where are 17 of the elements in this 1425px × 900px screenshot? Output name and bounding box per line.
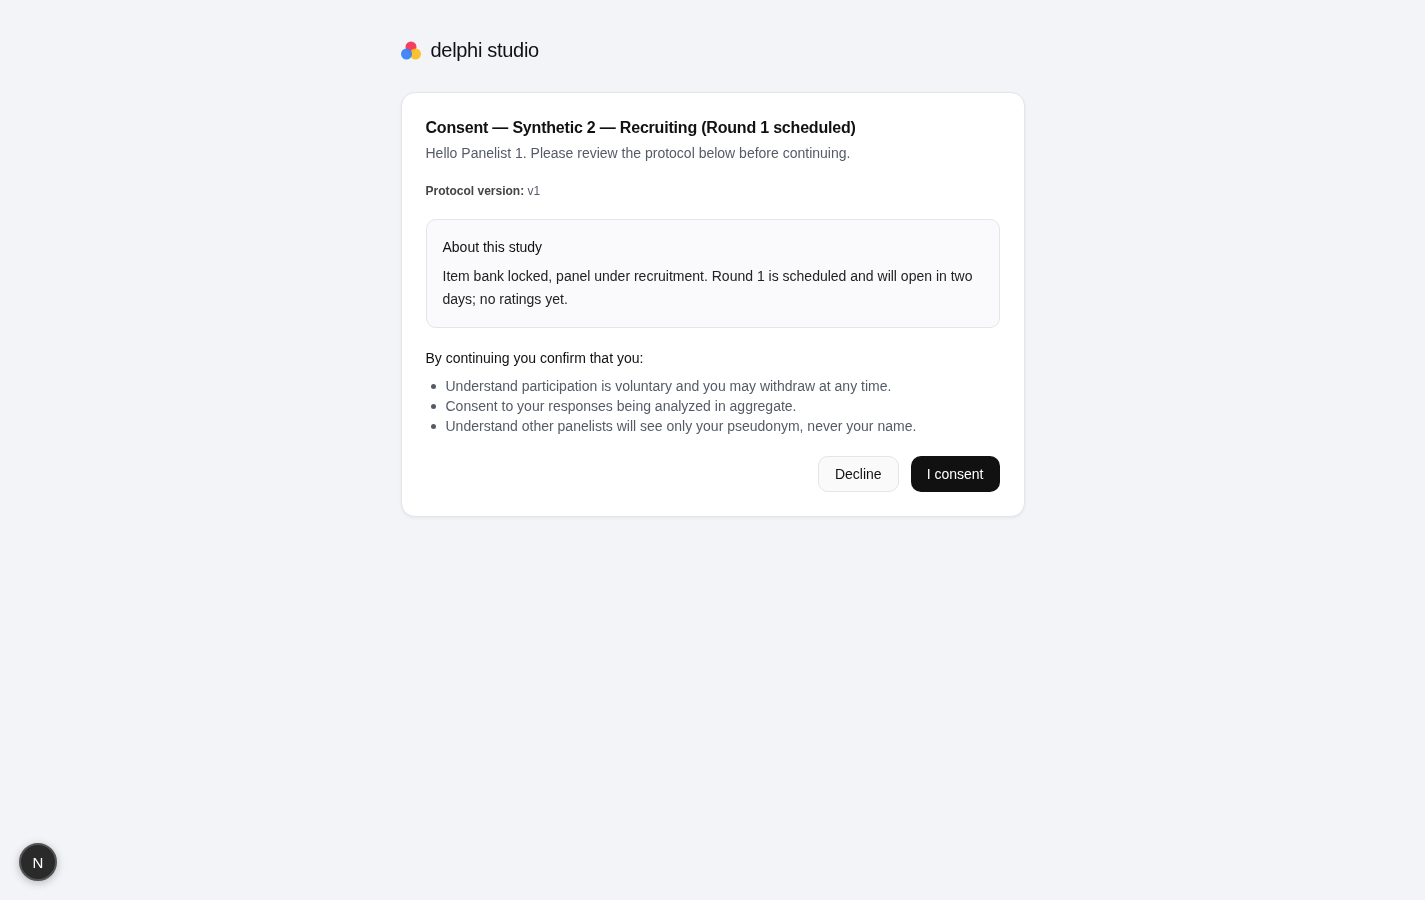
confirmation-item: Understand participation is voluntary and you may withdraw at any time. bbox=[445, 377, 892, 396]
bullet-icon bbox=[430, 383, 436, 389]
bullet-icon bbox=[430, 423, 436, 429]
confirm-intro: By continuing you confirm that you: bbox=[425, 349, 645, 368]
decline-button[interactable]: Decline bbox=[817, 456, 899, 492]
card-title: Consent — Synthetic 2 — Recruiting (Round 1 scheduled) bbox=[425, 118, 857, 138]
confirmation-item: Consent to your responses being analyzed in aggregate. bbox=[445, 397, 797, 416]
consent-button[interactable]: I consent bbox=[910, 456, 1000, 492]
dev-indicator-button[interactable]: N bbox=[19, 843, 57, 881]
confirmation-item: Understand other panelists will see only your pseudonym, never your name. bbox=[445, 417, 917, 436]
protocol-version: Protocol version: v1 bbox=[425, 183, 542, 199]
brand-name: delphi studio bbox=[430, 38, 539, 63]
logo-icon bbox=[400, 40, 421, 60]
bullet-icon bbox=[430, 403, 436, 409]
panel-text: Item bank locked, panel under recruitment. Round 1 is scheduled and will open in two days; no ratings yet. bbox=[442, 267, 974, 309]
greeting-text: Hello Panelist 1. Please review the protocol below before continuing. bbox=[425, 144, 852, 163]
panel-heading: About this study bbox=[442, 238, 544, 257]
